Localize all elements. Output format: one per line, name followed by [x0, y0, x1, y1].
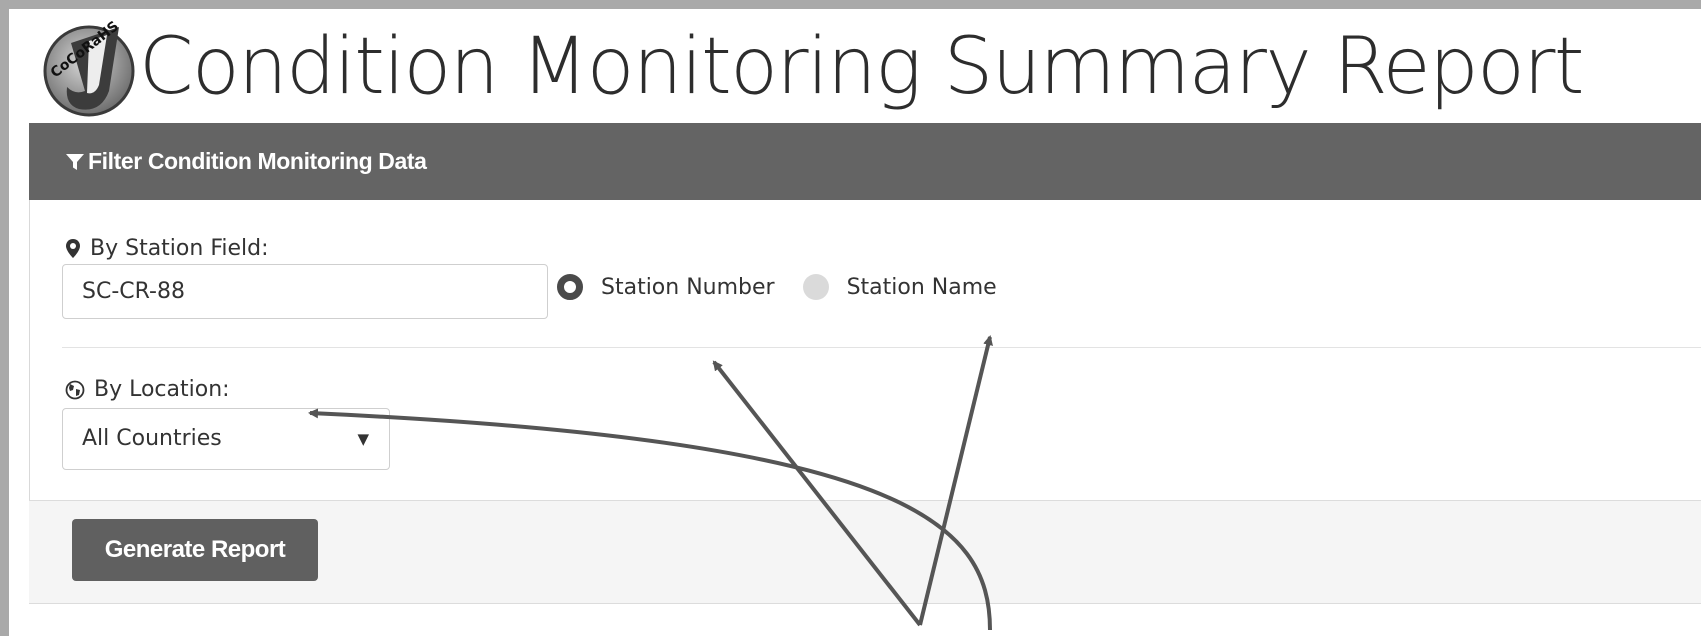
- station-field-input[interactable]: SC-CR-88: [62, 264, 548, 319]
- location-label: By Location:: [65, 377, 230, 402]
- filter-panel-body: By Station Field: SC-CR-88 Station Numbe…: [29, 200, 1701, 500]
- filter-panel: Filter Condition Monitoring Data By Stat…: [29, 123, 1701, 636]
- radio-station-number-label[interactable]: Station Number: [601, 275, 775, 300]
- funnel-icon: [66, 153, 84, 170]
- generate-report-button[interactable]: Generate Report: [72, 519, 318, 581]
- filter-panel-heading[interactable]: Filter Condition Monitoring Data: [29, 123, 1701, 200]
- station-field-label: By Station Field:: [65, 236, 269, 261]
- divider: [62, 347, 1701, 348]
- map-pin-icon: [66, 239, 80, 258]
- page-title: Condition Monitoring Summary Report: [139, 22, 1585, 112]
- radio-station-name-label[interactable]: Station Name: [847, 275, 997, 300]
- location-label-text: By Location:: [94, 377, 230, 402]
- globe-icon: [65, 380, 85, 399]
- station-field-label-text: By Station Field:: [90, 236, 269, 261]
- report-page: CoCoRaHS Condition Monitoring Summary Re…: [9, 9, 1701, 636]
- caret-down-icon: ▼: [357, 430, 369, 448]
- radio-station-number[interactable]: [557, 274, 583, 300]
- filter-panel-footer: Generate Report: [29, 500, 1701, 604]
- filter-panel-title: Filter Condition Monitoring Data: [88, 148, 427, 174]
- location-select[interactable]: All Countries ▼: [62, 408, 390, 470]
- location-select-value: All Countries: [82, 426, 222, 451]
- station-field-radio-group: Station Number Station Name: [557, 274, 997, 300]
- station-field-value: SC-CR-88: [82, 279, 185, 304]
- cocorahs-logo: CoCoRaHS: [43, 18, 135, 117]
- radio-station-name[interactable]: [802, 274, 829, 300]
